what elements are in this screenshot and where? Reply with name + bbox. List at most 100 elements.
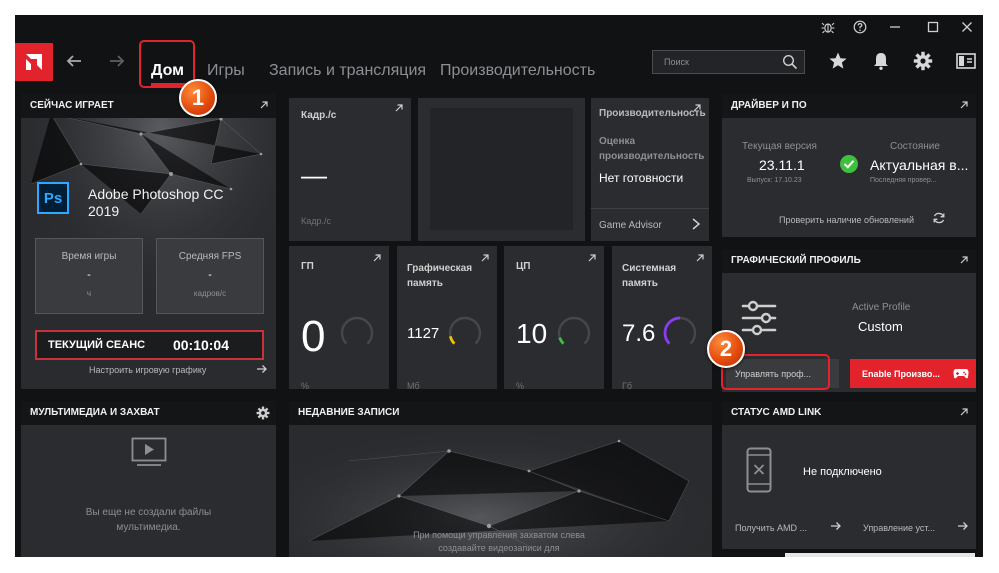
session-timer: 00:10:04: [172, 337, 229, 353]
vram-value: 1127: [407, 325, 440, 342]
avg-fps-label: Средняя FPS: [178, 251, 242, 262]
expand-icon[interactable]: [479, 251, 491, 263]
refresh-icon[interactable]: [932, 211, 946, 230]
highlight-home-tab: [139, 40, 195, 88]
settings-gear-icon[interactable]: [913, 51, 933, 76]
current-version-value: 23.11.1: [759, 157, 805, 173]
performance-title: Производительность: [599, 108, 706, 119]
status-label: Состояние: [890, 141, 940, 152]
tab-performance[interactable]: Производительность: [440, 62, 595, 80]
expand-icon[interactable]: [691, 101, 703, 113]
media-capture-panel: МУЛЬТИМЕДИА И ЗАХВАТ Вы еще не создали ф…: [21, 401, 276, 557]
fps-graph-area: [430, 108, 573, 230]
now-playing-panel: СЕЙЧАС ИГРАЕТ Ps Adobe Photoshop CC 2019…: [21, 94, 276, 389]
current-version-label: Текущая версия: [742, 141, 817, 152]
ram-unit: Гб: [622, 381, 633, 389]
expand-icon[interactable]: [958, 253, 970, 265]
arrow-right-icon[interactable]: [830, 519, 842, 537]
forward-arrow-icon[interactable]: [108, 52, 126, 75]
recent-hint-text: При помощи управления захватом слева соз…: [413, 530, 585, 553]
system-memory-panel: Системная память 7.6 Гб: [612, 246, 712, 389]
fps-unit: Кадр./с: [301, 216, 332, 226]
gpu-value: 0: [301, 312, 326, 361]
session-label: ТЕКУЩИЙ СЕАНС: [48, 339, 146, 351]
link-status: Не подключено: [803, 466, 882, 478]
tab-games[interactable]: Игры: [207, 62, 245, 80]
help-icon[interactable]: [843, 15, 877, 39]
play-time-label: Время игры: [61, 251, 117, 262]
manage-devices-link[interactable]: Управление уст...: [863, 523, 935, 533]
driver-title: ДРАЙВЕР И ПО: [731, 100, 807, 111]
amd-link-title: СТАТУС AMD LINK: [731, 407, 822, 418]
avg-fps-unit: кадров/с: [193, 289, 227, 298]
expand-icon[interactable]: [258, 98, 270, 110]
settings-gear-icon[interactable]: [256, 406, 270, 425]
configure-graphics-link[interactable]: Настроить игровую графику: [89, 365, 206, 375]
now-playing-title: СЕЙЧАС ИГРАЕТ: [30, 100, 114, 111]
play-time-box: Время игры - ч: [35, 238, 143, 314]
favorites-star-icon[interactable]: [828, 51, 848, 76]
notifications-bell-icon[interactable]: [871, 51, 891, 76]
active-profile-label: Active Profile: [852, 302, 911, 313]
status-value: Актуальная в...: [870, 157, 969, 173]
arrow-right-icon[interactable]: [957, 519, 969, 537]
game-advisor-link[interactable]: Game Advisor: [599, 220, 662, 231]
media-empty-text: Вы еще не создали файлы мультимедиа.: [85, 507, 212, 533]
sliders-icon: [740, 299, 778, 342]
release-date: Выпуск: 17.10.23: [747, 177, 802, 184]
chevron-right-icon[interactable]: [691, 217, 701, 236]
vram-panel: Графическая память 1127 Мб: [397, 246, 497, 389]
expand-icon[interactable]: [958, 98, 970, 110]
gpu-gauge: [340, 316, 374, 350]
vram-gauge: [448, 316, 482, 350]
close-icon[interactable]: [950, 15, 983, 39]
minimize-icon[interactable]: [878, 15, 912, 39]
game-name: Adobe Photoshop CC 2019: [88, 186, 224, 219]
current-session-box: ТЕКУЩИЙ СЕАНС 00:10:04: [35, 330, 264, 360]
fps-graph-panel: [418, 98, 585, 241]
sidebar-panel-icon[interactable]: [956, 52, 976, 75]
cpu-gauge: [557, 316, 591, 350]
back-arrow-icon[interactable]: [65, 52, 83, 75]
check-ok-icon: [840, 155, 858, 173]
driver-panel: ДРАЙВЕР И ПО Текущая версия 23.11.1 Выпу…: [722, 94, 976, 237]
photoshop-app-icon: Ps: [37, 182, 69, 214]
vram-unit: Мб: [407, 381, 420, 389]
fps-value: —: [301, 160, 327, 190]
expand-icon[interactable]: [393, 101, 405, 113]
bug-report-icon[interactable]: [811, 15, 845, 39]
enable-profile-button[interactable]: Enable Произво...: [850, 359, 976, 388]
ram-gauge: [663, 316, 697, 350]
cpu-unit: %: [516, 381, 525, 389]
expand-icon[interactable]: [371, 251, 383, 263]
amd-link-panel: СТАТУС AMD LINK Не подключено Получить A…: [722, 401, 976, 549]
search-icon[interactable]: [782, 54, 798, 75]
get-amd-link[interactable]: Получить AMD ...: [735, 523, 807, 533]
media-title: МУЛЬТИМЕДИА И ЗАХВАТ: [30, 407, 160, 418]
performance-rating-panel: Производительность Оценка производительн…: [591, 98, 709, 241]
vram-title: Графическая память: [407, 263, 473, 289]
expand-icon[interactable]: [586, 251, 598, 263]
play-time-unit: ч: [86, 289, 92, 298]
expand-icon[interactable]: [958, 405, 970, 417]
avg-fps-value: -: [208, 269, 212, 281]
search-box[interactable]: Поиск: [652, 50, 805, 74]
amd-logo[interactable]: [15, 43, 53, 81]
graphics-profile-title: ГРАФИЧЕСКИЙ ПРОФИЛЬ: [731, 255, 861, 266]
rating-label: Оценка производительность: [599, 136, 705, 162]
rating-value: Нет готовности: [599, 171, 684, 185]
gpu-usage-panel: ГП 0 %: [289, 246, 389, 389]
scroll-indicator: [785, 553, 975, 557]
fps-panel: Кадр./с — Кадр./с: [289, 98, 411, 241]
expand-icon[interactable]: [694, 251, 706, 263]
cpu-value: 10: [516, 318, 548, 349]
tab-record-stream[interactable]: Запись и трансляция: [269, 62, 426, 80]
video-play-icon: [131, 437, 167, 472]
arrow-right-icon[interactable]: [256, 362, 268, 380]
check-updates-link[interactable]: Проверить наличие обновлений: [779, 215, 914, 225]
avg-fps-box: Средняя FPS - кадров/с: [156, 238, 264, 314]
fps-title: Кадр./с: [301, 110, 337, 121]
play-time-value: -: [87, 269, 91, 281]
recent-title: НЕДАВНИЕ ЗАПИСИ: [298, 407, 400, 418]
maximize-icon[interactable]: [916, 15, 950, 39]
